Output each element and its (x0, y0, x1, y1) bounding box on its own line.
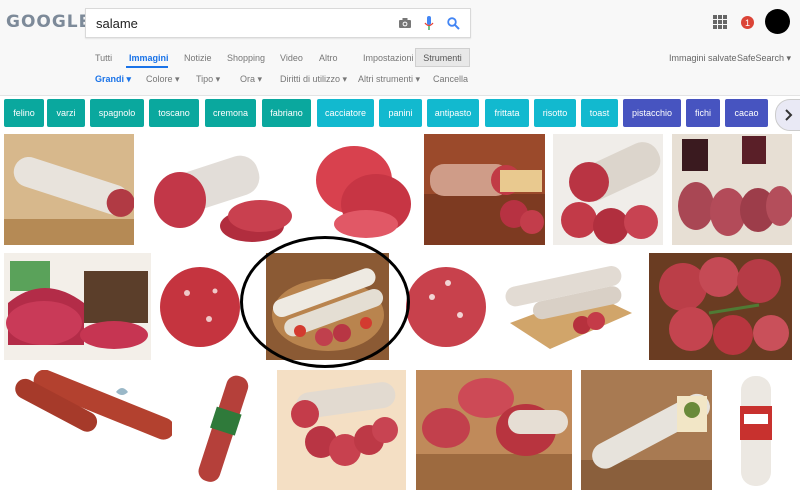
image-result[interactable] (581, 370, 712, 490)
image-result[interactable] (4, 370, 172, 490)
filter-more-tools[interactable]: Altri strumenti ▾ (358, 74, 420, 85)
image-result[interactable] (402, 253, 487, 360)
chip-spagnolo[interactable]: spagnolo (90, 99, 144, 127)
image-result[interactable] (672, 134, 792, 245)
avatar[interactable] (765, 9, 790, 34)
header-bar: GOOGLE 1 Tutti Immagini Notizie Shopping… (0, 0, 800, 96)
image-result[interactable] (306, 134, 418, 245)
apps-grid-icon[interactable] (713, 15, 727, 29)
filter-type[interactable]: Tipo ▾ (196, 74, 220, 85)
chip-panini[interactable]: panini (379, 99, 422, 127)
image-result[interactable] (4, 253, 151, 360)
chip-pistacchio[interactable]: pistacchio (623, 99, 681, 127)
image-result[interactable] (190, 370, 258, 490)
safesearch-menu[interactable]: SafeSearch ▾ (737, 53, 791, 64)
filter-color[interactable]: Colore ▾ (146, 74, 180, 85)
search-box[interactable] (85, 8, 471, 38)
clear-filters-link[interactable]: Cancella (433, 74, 468, 84)
saved-images-link[interactable]: Immagini salvate (669, 53, 737, 63)
image-result[interactable] (4, 134, 134, 245)
image-result[interactable] (553, 134, 663, 245)
image-result[interactable] (266, 253, 389, 360)
search-icon[interactable] (444, 14, 462, 32)
chip-cacao[interactable]: cacao (725, 99, 768, 127)
chevron-right-icon[interactable] (775, 99, 800, 131)
image-result[interactable] (424, 134, 545, 245)
related-searches-bar: felino varzi spagnolo toscano cremona fa… (0, 97, 800, 131)
search-input[interactable] (96, 14, 386, 32)
image-result[interactable] (416, 370, 572, 490)
camera-icon[interactable] (397, 15, 413, 31)
chip-toscano[interactable]: toscano (149, 99, 199, 127)
active-tab-indicator (126, 66, 168, 68)
chip-toast[interactable]: toast (581, 99, 618, 127)
notification-badge[interactable]: 1 (741, 16, 754, 29)
image-result[interactable] (277, 370, 406, 490)
chip-varzi[interactable]: varzi (47, 99, 85, 127)
tab-video[interactable]: Video (280, 53, 303, 63)
image-result[interactable] (649, 253, 792, 360)
chip-cacciatore[interactable]: cacciatore (317, 99, 374, 127)
tools-button[interactable]: Strumenti (415, 48, 470, 67)
chip-fichi[interactable]: fichi (686, 99, 720, 127)
tab-impostazioni[interactable]: Impostazioni (363, 53, 414, 63)
image-result[interactable] (500, 253, 636, 360)
chip-risotto[interactable]: risotto (534, 99, 576, 127)
chip-fabriano[interactable]: fabriano (262, 99, 311, 127)
chip-antipasto[interactable]: antipasto (427, 99, 479, 127)
google-logo[interactable]: GOOGLE (6, 12, 91, 32)
tab-notizie[interactable]: Notizie (184, 53, 212, 63)
image-result[interactable] (733, 370, 781, 490)
tab-altro[interactable]: Altro (319, 53, 338, 63)
chip-cremona[interactable]: cremona (205, 99, 256, 127)
image-result[interactable] (142, 134, 302, 245)
filter-usage-rights[interactable]: Diritti di utilizzo ▾ (280, 74, 347, 85)
filter-time[interactable]: Ora ▾ (240, 74, 262, 85)
tab-tutti[interactable]: Tutti (95, 53, 112, 63)
chip-frittata[interactable]: frittata (485, 99, 529, 127)
tab-immagini[interactable]: Immagini (129, 53, 169, 63)
tab-shopping[interactable]: Shopping (227, 53, 265, 63)
chip-felino[interactable]: felino (4, 99, 44, 127)
image-result[interactable] (157, 253, 241, 360)
microphone-icon[interactable] (421, 14, 437, 32)
filter-size[interactable]: Grandi ▾ (95, 74, 131, 85)
